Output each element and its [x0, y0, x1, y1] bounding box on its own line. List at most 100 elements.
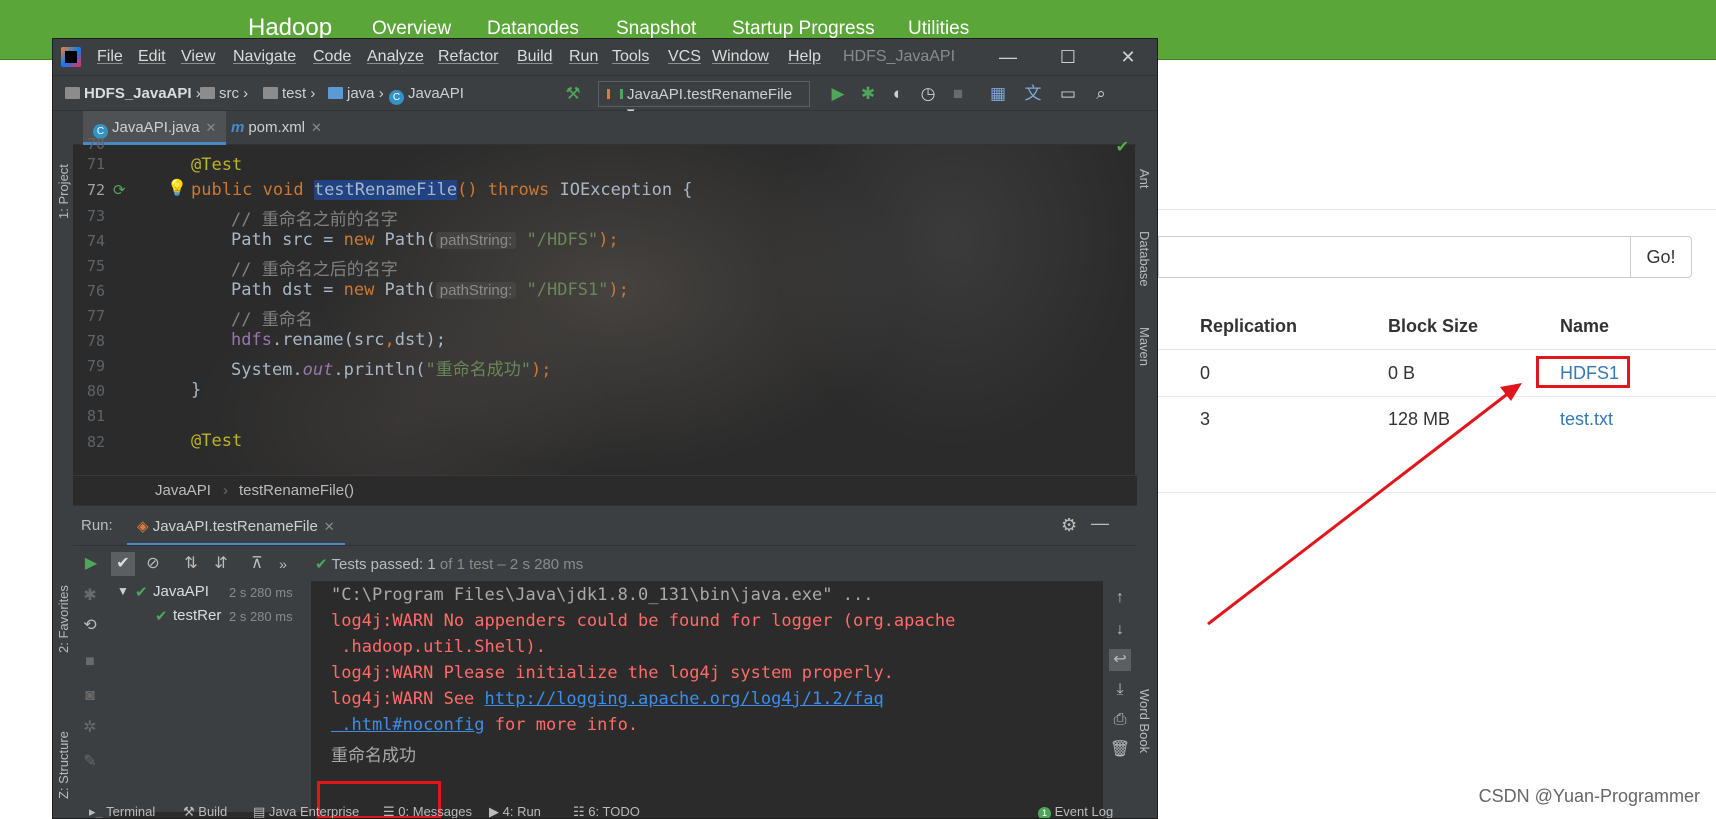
translate-icon[interactable]: ⽂	[1023, 84, 1043, 104]
coverage-icon[interactable]: ◐	[888, 84, 908, 104]
show-ignored-icon[interactable]: ⊘	[141, 552, 165, 576]
rerun-failed-icon[interactable]: ⟲	[79, 615, 101, 637]
crumb-method[interactable]: testRenameFile()	[239, 482, 354, 499]
build-hammer-icon[interactable]: ⚒	[563, 84, 583, 104]
lightbulb-icon[interactable]: 💡	[167, 178, 187, 198]
passed-check-icon: ✔	[155, 608, 168, 625]
ant-tool-tab[interactable]: Ant	[1137, 169, 1152, 189]
favorites-tool-tab[interactable]: 2: Favorites	[56, 585, 71, 653]
scroll-to-end-icon[interactable]: ⤓	[1109, 679, 1131, 701]
breadcrumb-java[interactable]: java ›	[328, 85, 384, 102]
trash-icon[interactable]: 🗑	[1109, 739, 1131, 761]
nav-overview[interactable]: Overview	[372, 18, 451, 40]
debug-icon[interactable]: ✱	[79, 585, 101, 607]
gear-icon[interactable]: ⚙	[1061, 515, 1077, 536]
nav-datanodes[interactable]: Datanodes	[487, 18, 579, 40]
run-test-gutter-icon[interactable]: ⟳	[113, 181, 126, 199]
expand-all-icon[interactable]: ⊼	[245, 552, 269, 576]
wordbook-tool-tab[interactable]: Word Book	[1137, 689, 1152, 753]
log4j-noconfig-link[interactable]: .html#noconfig	[331, 715, 484, 735]
close-tab-icon[interactable]: ✕	[206, 120, 217, 135]
show-passed-icon[interactable]: ✔	[111, 552, 135, 576]
nav-utilities[interactable]: Utilities	[908, 18, 969, 40]
project-structure-icon[interactable]: ▦	[988, 84, 1008, 104]
run-tab[interactable]: ◈ JavaAPI.testRenameFile ✕	[127, 506, 345, 546]
breadcrumb-project[interactable]: HDFS_JavaAPI ›	[65, 85, 201, 102]
menu-run[interactable]: Run	[569, 48, 598, 66]
breadcrumb-class[interactable]: C JavaAPI	[389, 85, 464, 105]
menu-file[interactable]: File	[97, 48, 123, 66]
line-number: 70	[86, 135, 105, 153]
console-line: .hadoop.util.Shell).	[331, 637, 546, 657]
run-configuration-select[interactable]: JavaAPI.testRenameFile ▾	[598, 81, 810, 121]
debug-icon[interactable]: ✱	[858, 84, 878, 104]
sort-duration-icon[interactable]: ⇵	[209, 552, 233, 576]
code-editor[interactable]: @Test public void testRenameFile() throw…	[191, 145, 1111, 475]
messages-tab[interactable]: ☰ 0: Messages	[383, 804, 472, 818]
nav-startup-progress[interactable]: Startup Progress	[732, 18, 875, 40]
menu-build[interactable]: Build	[517, 48, 553, 66]
soft-wrap-icon[interactable]: ↩	[1109, 649, 1131, 671]
run-icon[interactable]: ▶	[828, 84, 848, 104]
camera-icon[interactable]: ◙	[79, 685, 101, 707]
project-tool-tab[interactable]: 1: Project	[56, 164, 71, 219]
event-log-tab[interactable]: 1 Event Log	[1038, 804, 1113, 818]
print-icon[interactable]: ⎙	[1109, 709, 1131, 731]
close-tab-icon[interactable]: ✕	[324, 519, 335, 534]
folder-icon	[200, 87, 215, 99]
run-window-tab[interactable]: ▶ 4: Run	[483, 800, 547, 818]
build-tab[interactable]: ⚒ Build	[183, 804, 227, 818]
rerun-icon[interactable]: ▶	[79, 552, 103, 576]
col-replication[interactable]: Replication	[1200, 316, 1297, 337]
stop-icon[interactable]: ■	[948, 84, 968, 104]
menu-analyze[interactable]: Analyze	[367, 48, 424, 66]
sort-alpha-icon[interactable]: ⇅	[179, 552, 203, 576]
database-tool-tab[interactable]: Database	[1137, 231, 1152, 287]
menu-code[interactable]: Code	[313, 48, 351, 66]
pin-icon[interactable]: ✎	[79, 751, 101, 773]
up-arrow-icon[interactable]: ↑	[1109, 587, 1131, 609]
maximize-icon[interactable]: ☐	[1048, 45, 1088, 69]
stop-icon[interactable]: ■	[79, 651, 101, 673]
menu-help[interactable]: Help	[788, 48, 821, 66]
terminal-tab[interactable]: ▸_ Terminal	[89, 804, 155, 818]
todo-tab[interactable]: ☷ 6: TODO	[573, 804, 640, 818]
menu-window[interactable]: Window	[712, 48, 769, 66]
path-input[interactable]	[1158, 236, 1630, 278]
terminal-window-icon[interactable]: ▭	[1058, 84, 1078, 104]
breadcrumb-test[interactable]: test ›	[263, 85, 315, 102]
col-name[interactable]: Name	[1560, 316, 1609, 337]
tab-pom[interactable]: m pom.xml ✕	[221, 111, 332, 145]
menu-tools[interactable]: Tools	[612, 48, 649, 66]
hide-panel-icon[interactable]: —	[1091, 513, 1109, 534]
menu-refactor[interactable]: Refactor	[438, 48, 498, 66]
more-icon[interactable]: »	[271, 552, 295, 576]
close-tab-icon[interactable]: ✕	[311, 120, 322, 135]
divider	[1158, 209, 1716, 210]
close-icon[interactable]: ✕	[1108, 45, 1148, 69]
profile-icon[interactable]: ◷	[918, 84, 938, 104]
down-arrow-icon[interactable]: ↓	[1109, 619, 1131, 641]
row-2-name-link[interactable]: test.txt	[1560, 409, 1613, 430]
menu-navigate[interactable]: Navigate	[233, 48, 296, 66]
menu-vcs[interactable]: VCS	[668, 48, 701, 66]
search-icon[interactable]: ⌕	[1091, 84, 1111, 104]
crumb-class[interactable]: JavaAPI	[155, 482, 211, 499]
menu-view[interactable]: View	[181, 48, 215, 66]
breadcrumb-src[interactable]: src ›	[200, 85, 248, 102]
go-button[interactable]: Go!	[1630, 236, 1692, 278]
settings-icon[interactable]: ✲	[79, 717, 101, 739]
menu-edit[interactable]: Edit	[138, 48, 166, 66]
java-enterprise-tab[interactable]: ▤ Java Enterprise	[253, 804, 359, 818]
window-title: HDFS_JavaAPI	[843, 48, 956, 65]
log4j-faq-link[interactable]: http://logging.apache.org/log4j/1.2/faq	[485, 689, 884, 709]
minimize-icon[interactable]: —	[988, 45, 1028, 69]
tree-item-test[interactable]: ✔ testRer 2 s 280 ms	[111, 607, 311, 629]
col-block-size[interactable]: Block Size	[1388, 316, 1478, 337]
line-number: 71	[86, 155, 105, 173]
nav-snapshot[interactable]: Snapshot	[616, 18, 696, 40]
tree-item-suite[interactable]: ▼ ✔ JavaAPI 2 s 280 ms	[111, 583, 311, 605]
structure-tool-tab[interactable]: Z: Structure	[56, 731, 71, 799]
expand-icon[interactable]: ▼	[117, 584, 129, 598]
maven-tool-tab[interactable]: Maven	[1137, 327, 1152, 366]
